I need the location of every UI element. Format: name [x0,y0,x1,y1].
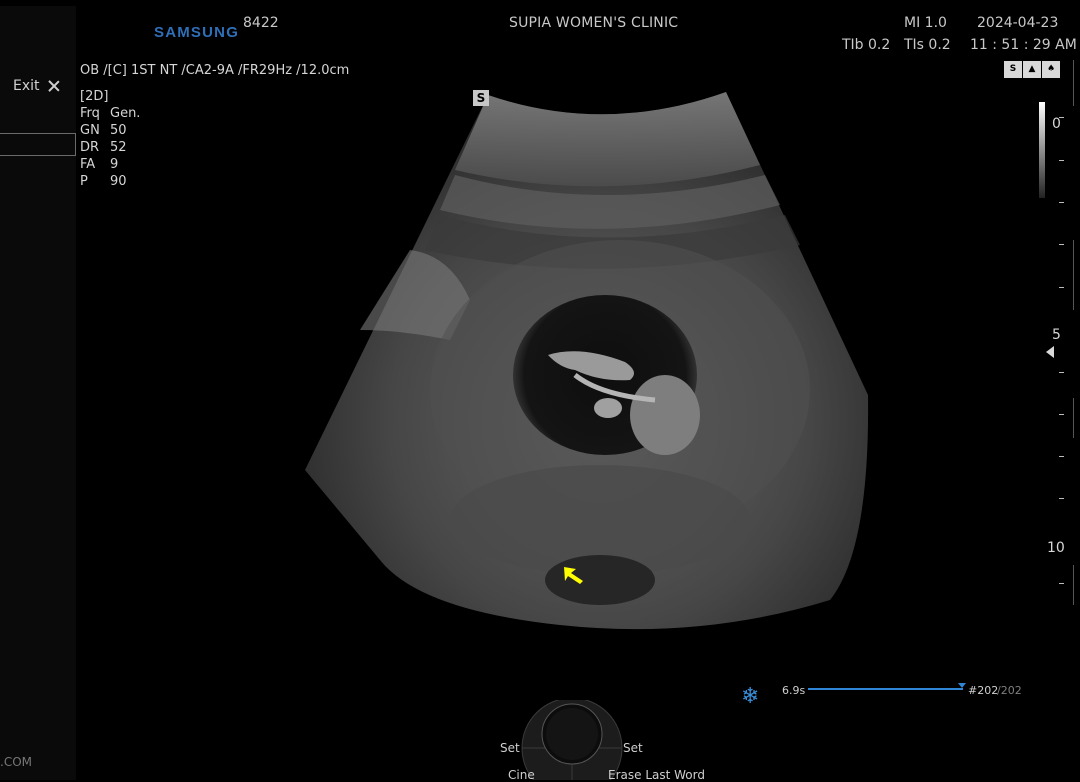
sector-orientation-badge: S [473,90,489,106]
depth-rail [1073,60,1074,106]
depth-tick [1059,117,1064,118]
depth-tick [1059,498,1064,499]
depth-rail [1073,240,1074,310]
depth-tick [1059,202,1064,203]
cine-slider[interactable] [808,688,963,690]
depth-rail [1073,565,1074,605]
depth-tick [1059,160,1064,161]
depth-tick [1059,244,1064,245]
trackball-set-right[interactable]: Set [623,741,643,755]
trackball-set-left[interactable]: Set [500,741,520,755]
depth-rail [1073,398,1074,438]
cine-duration: 6.9s [782,684,806,697]
depth-tick [1059,414,1064,415]
depth-tick [1059,583,1064,584]
freeze-icon[interactable]: ❄ [741,684,759,709]
depth-label: 10 [1047,540,1065,556]
depth-scale: 0 5 10 [1040,0,1080,780]
depth-tick [1059,372,1064,373]
depth-label: 5 [1052,327,1061,343]
cine-frame-current: #202 [968,684,999,697]
depth-tick [1059,456,1064,457]
cine-position-marker[interactable] [958,683,966,688]
depth-label: 0 [1052,116,1061,132]
depth-tick [1059,287,1064,288]
ultrasound-image[interactable] [0,0,1080,780]
focus-marker-icon[interactable] [1046,346,1054,358]
ultrasound-sector [305,92,869,630]
cine-frame-total: /202 [997,684,1022,697]
